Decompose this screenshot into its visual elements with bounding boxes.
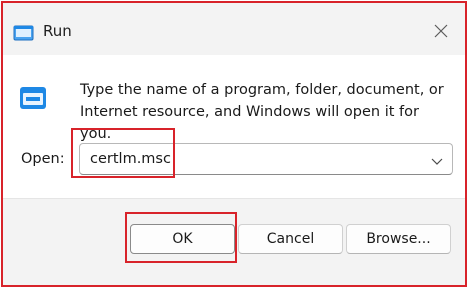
- open-combobox[interactable]: [79, 143, 453, 175]
- run-app-icon: [13, 24, 35, 42]
- title-bar: Run: [3, 3, 465, 55]
- close-button[interactable]: [429, 19, 453, 43]
- open-label: Open:: [21, 151, 65, 167]
- dialog-content: Type the name of a program, folder, docu…: [3, 55, 465, 198]
- run-icon: [17, 83, 51, 113]
- cancel-button[interactable]: Cancel: [238, 224, 343, 254]
- ok-button[interactable]: OK: [130, 224, 235, 254]
- open-input[interactable]: [90, 149, 410, 169]
- button-bar: OK Cancel Browse...: [3, 198, 465, 285]
- description-text: Type the name of a program, folder, docu…: [80, 82, 444, 142]
- window-title: Run: [43, 22, 72, 40]
- browse-button[interactable]: Browse...: [346, 224, 451, 254]
- run-dialog: Run Type the name of a program, folder, …: [3, 3, 465, 285]
- chevron-down-icon[interactable]: [430, 153, 444, 165]
- close-icon: [434, 24, 448, 38]
